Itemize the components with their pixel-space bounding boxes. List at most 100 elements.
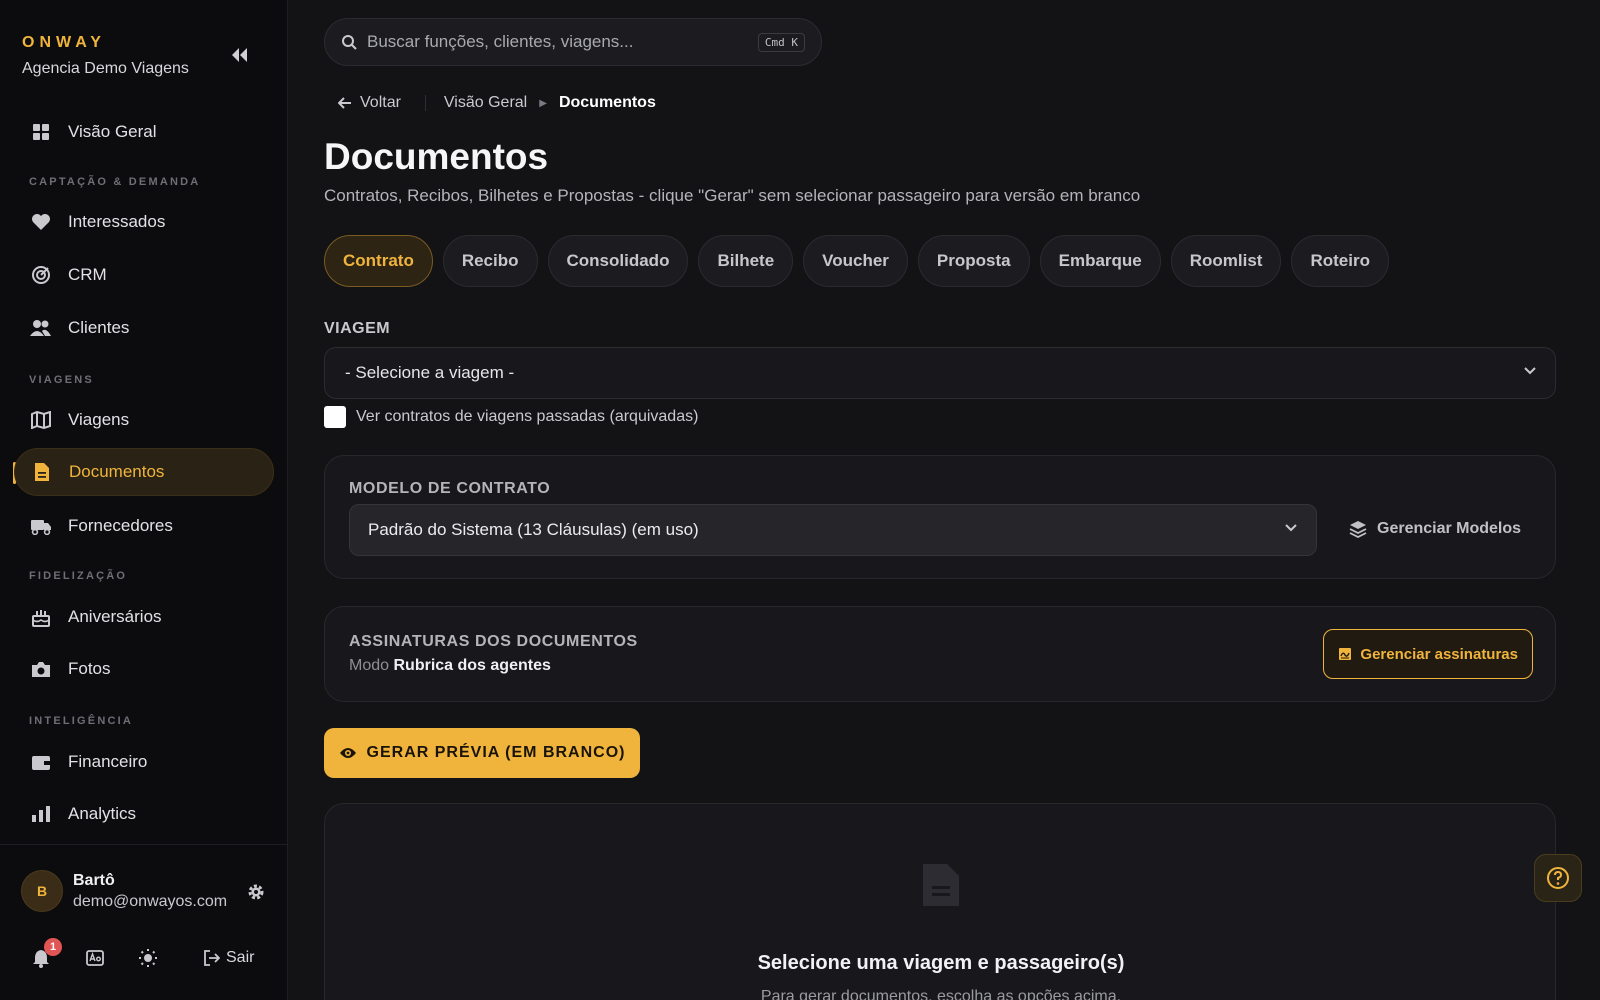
back-label: Voltar <box>360 94 401 111</box>
heart-icon <box>30 211 52 233</box>
contract-model-value: Padrão do Sistema (13 Cláusulas) (em uso… <box>368 520 699 539</box>
collapse-sidebar-icon[interactable] <box>230 46 252 66</box>
map-icon <box>30 409 52 431</box>
user-email: demo@onwayos.com <box>73 892 228 910</box>
sidebar-item-crm[interactable]: CRM <box>14 251 274 299</box>
language-button[interactable] <box>86 946 104 970</box>
sidebar-item-financeiro[interactable]: Financeiro <box>14 738 274 786</box>
tab-consolidado[interactable]: Consolidado <box>547 235 689 287</box>
signatures-label: ASSINATURAS DOS DOCUMENTOS <box>349 633 638 650</box>
sidebar-item-documentos[interactable]: Documentos <box>14 448 274 496</box>
trip-select[interactable]: - Selecione a viagem - <box>324 347 1556 399</box>
brand: ONWAY Agencia Demo Viagens <box>22 34 189 78</box>
page-subtitle: Contratos, Recibos, Bilhetes e Propostas… <box>324 186 1141 205</box>
sidebar: ONWAY Agencia Demo Viagens Visão Geral C… <box>0 0 288 1000</box>
signature-mode-value: Rubrica dos agentes <box>393 657 551 674</box>
manage-signatures-label: Gerenciar assinaturas <box>1360 645 1518 663</box>
sidebar-item-interessados[interactable]: Interessados <box>14 198 274 246</box>
sidebar-item-clientes[interactable]: Clientes <box>14 304 274 352</box>
signatures-card: ASSINATURAS DOS DOCUMENTOS Modo Rubrica … <box>324 606 1556 702</box>
tab-contrato[interactable]: Contrato <box>324 235 433 287</box>
sidebar-item-aniversarios[interactable]: Aniversários <box>14 593 274 641</box>
gear-icon[interactable] <box>246 882 268 904</box>
translate-icon <box>86 950 104 966</box>
breadcrumb-parent[interactable]: Visão Geral <box>444 94 527 112</box>
sidebar-item-label: Visão Geral <box>68 122 157 141</box>
trip-label: VIAGEM <box>324 320 391 337</box>
sidebar-item-label: Analytics <box>68 804 137 823</box>
manage-models-button[interactable]: Gerenciar Modelos <box>1349 520 1521 538</box>
user-profile[interactable]: B Bartô demo@onwayos.com <box>21 870 227 912</box>
sidebar-item-label: CRM <box>68 265 107 284</box>
search-bar[interactable]: Cmd K <box>324 18 822 66</box>
cake-icon <box>30 606 52 628</box>
sidebar-item-label: Documentos <box>69 462 165 481</box>
sidebar-footer: 1 Sair <box>30 938 270 970</box>
breadcrumb-divider <box>424 95 426 111</box>
sidebar-item-label: Viagens <box>68 410 130 429</box>
sidebar-item-viagens[interactable]: Viagens <box>14 396 274 444</box>
sidebar-item-label: Interessados <box>68 212 166 231</box>
shortcut-hint: Cmd K <box>757 33 805 52</box>
notification-badge: 1 <box>44 938 62 956</box>
sidebar-item-label: Financeiro <box>68 752 148 771</box>
trip-select-value: - Selecione a viagem - <box>345 363 515 382</box>
sidebar-item-fornecedores[interactable]: Fornecedores <box>14 502 274 550</box>
sidebar-item-analytics[interactable]: Analytics <box>14 790 274 838</box>
document-icon <box>31 461 53 483</box>
tab-roteiro[interactable]: Roteiro <box>1291 235 1389 287</box>
sidebar-item-label: Fornecedores <box>68 516 173 535</box>
sidebar-item-fotos[interactable]: Fotos <box>14 645 274 693</box>
theme-toggle-button[interactable] <box>138 946 158 970</box>
empty-state-card: Selecione uma viagem e passageiro(s) Par… <box>324 803 1556 1000</box>
wallet-icon <box>30 751 52 773</box>
logout-icon <box>204 950 220 966</box>
notifications-button[interactable]: 1 <box>32 938 62 970</box>
empty-state-title: Selecione uma viagem e passageiro(s) <box>757 952 1125 974</box>
archived-checkbox-row: Ver contratos de viagens passadas (arqui… <box>324 406 698 428</box>
page-title: Documentos <box>324 136 549 177</box>
help-icon <box>1547 867 1569 889</box>
user-name: Bartô <box>73 871 115 889</box>
section-label-viagens: VIAGENS <box>29 374 94 386</box>
archived-checkbox[interactable] <box>324 406 346 428</box>
generate-preview-label: GERAR PRÉVIA (EM BRANCO) <box>366 744 626 761</box>
manage-models-label: Gerenciar Modelos <box>1377 520 1522 537</box>
chevron-right-icon: ▶ <box>539 97 547 109</box>
logout-button[interactable]: Sair <box>204 946 254 970</box>
empty-state-subtitle: Para gerar documentos, escolha as opções… <box>760 988 1122 1000</box>
grid-icon <box>30 121 52 143</box>
section-label-inteligencia: INTELIGÊNCIA <box>29 715 134 727</box>
search-input[interactable] <box>367 32 747 52</box>
tab-proposta[interactable]: Proposta <box>917 235 1030 287</box>
tab-recibo[interactable]: Recibo <box>442 235 538 287</box>
section-label-captacao: CAPTAÇÃO & DEMANDA <box>29 176 201 188</box>
chevron-down-icon <box>1524 367 1536 375</box>
logout-label: Sair <box>226 949 255 966</box>
avatar: B <box>21 870 63 912</box>
contract-model-label: MODELO DE CONTRATO <box>349 480 551 497</box>
archived-checkbox-label: Ver contratos de viagens passadas (arqui… <box>356 408 699 425</box>
truck-icon <box>30 515 52 537</box>
manage-signatures-button[interactable]: Gerenciar assinaturas <box>1323 629 1533 679</box>
back-button[interactable]: Voltar <box>338 94 401 112</box>
user-meta: Bartô demo@onwayos.com <box>73 872 227 911</box>
signature-mode-prefix: Modo <box>349 657 390 674</box>
eye-icon <box>339 748 356 758</box>
sidebar-item-visao-geral[interactable]: Visão Geral <box>14 108 274 156</box>
layers-icon <box>1349 521 1367 538</box>
search-icon <box>342 35 357 50</box>
sidebar-item-label: Clientes <box>68 318 130 337</box>
contract-model-card: MODELO DE CONTRATO Padrão do Sistema (13… <box>324 455 1556 579</box>
tab-voucher[interactable]: Voucher <box>803 235 908 287</box>
document-icon <box>923 864 959 906</box>
tab-roomlist[interactable]: Roomlist <box>1170 235 1282 287</box>
tab-bilhete[interactable]: Bilhete <box>698 235 794 287</box>
sun-icon <box>139 949 157 967</box>
signature-mode: Modo Rubrica dos agentes <box>349 657 551 675</box>
breadcrumb-current: Documentos <box>558 94 656 111</box>
generate-preview-button[interactable]: GERAR PRÉVIA (EM BRANCO) <box>324 728 640 778</box>
tab-embarque[interactable]: Embarque <box>1039 235 1161 287</box>
help-button[interactable] <box>1534 854 1582 902</box>
contract-model-select[interactable]: Padrão do Sistema (13 Cláusulas) (em uso… <box>349 504 1317 556</box>
